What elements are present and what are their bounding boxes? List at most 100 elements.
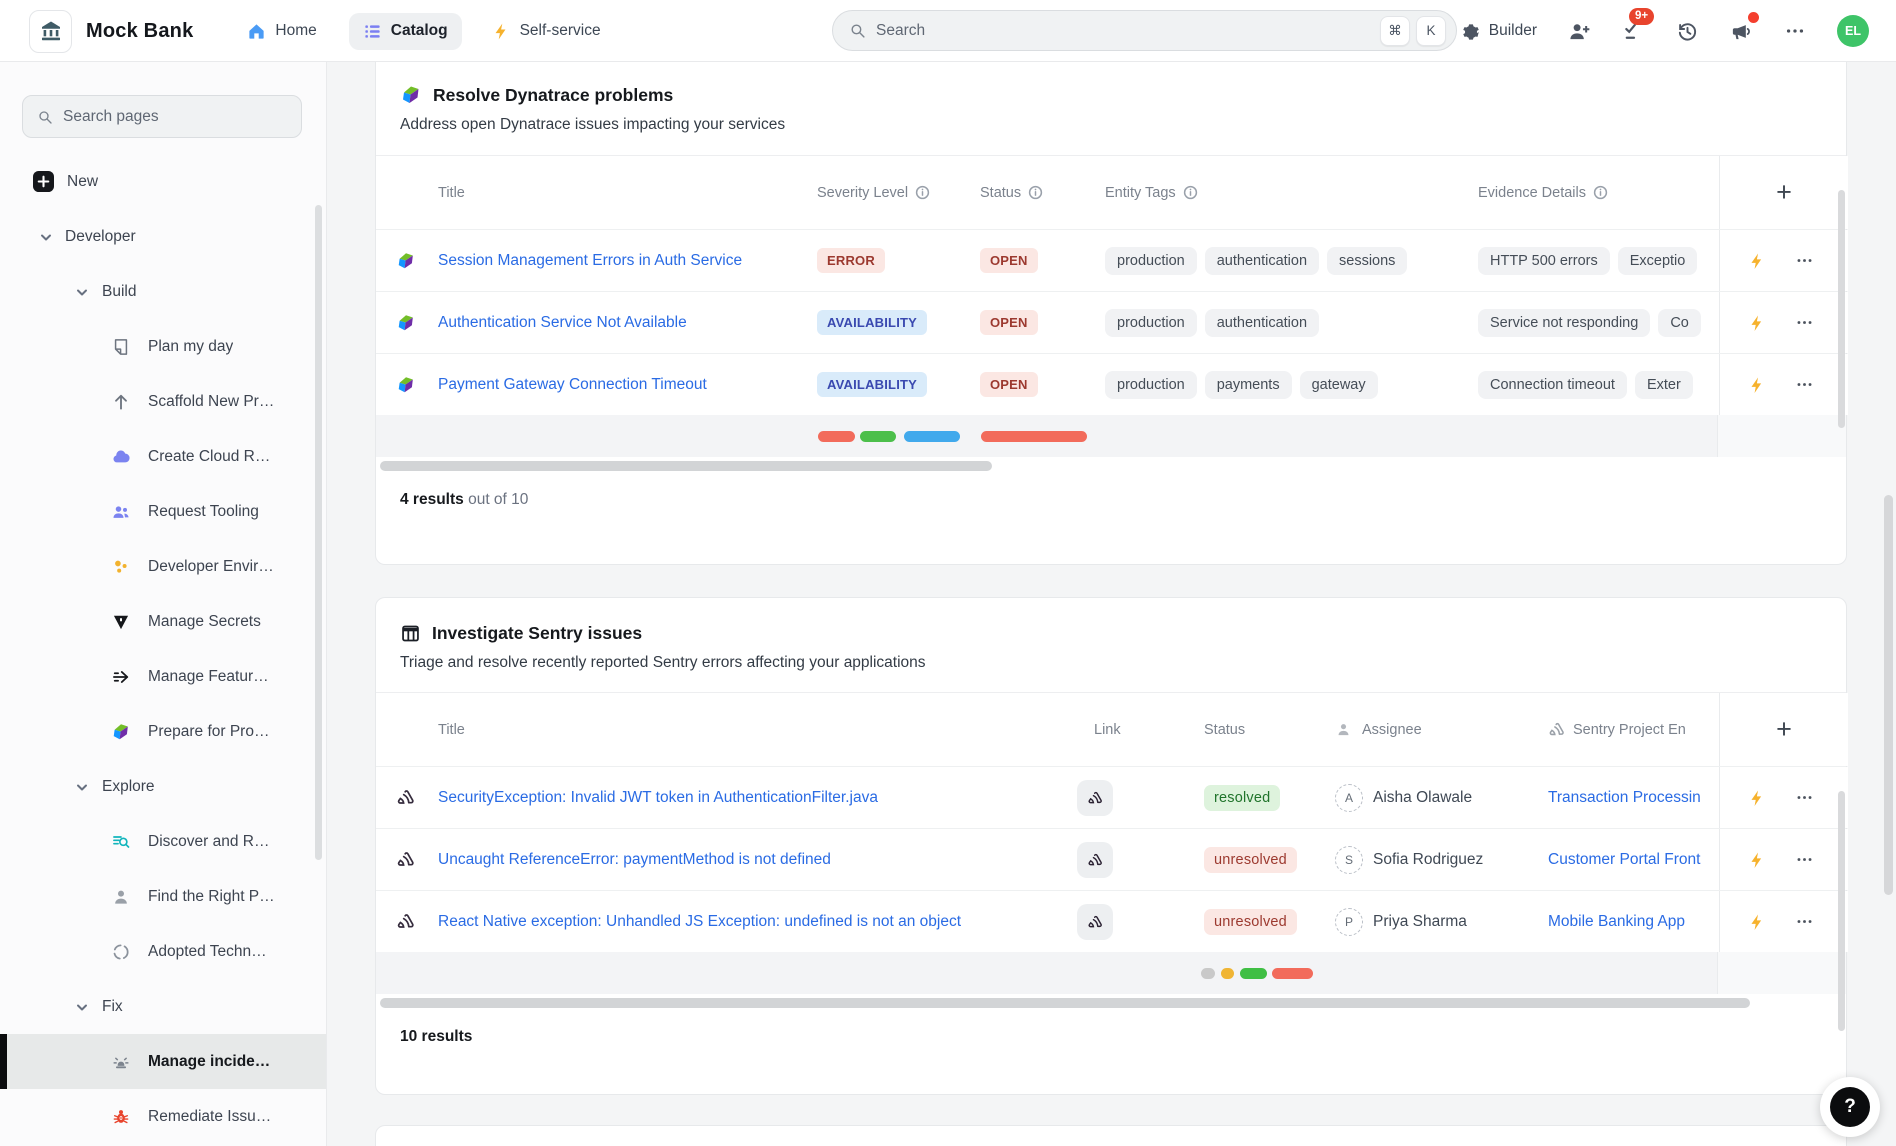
row-menu-icon[interactable] <box>1795 375 1814 394</box>
vault-icon <box>111 612 131 632</box>
invite-users-button[interactable] <box>1567 19 1591 43</box>
row-menu-icon[interactable] <box>1795 788 1814 807</box>
brand-name: Mock Bank <box>86 20 193 43</box>
project-link[interactable]: Customer Portal Front <box>1548 851 1700 869</box>
info-icon[interactable] <box>1593 185 1608 200</box>
row-menu-icon[interactable] <box>1795 850 1814 869</box>
sidebar-item-create-cloud[interactable]: Create Cloud R… <box>0 429 326 484</box>
document-icon <box>111 337 131 357</box>
column-header-tags: Entity Tags <box>1105 185 1176 201</box>
sidebar-item-developer-environments[interactable]: Developer Envir… <box>0 539 326 594</box>
sidebar-item-manage-features[interactable]: Manage Featur… <box>0 649 326 704</box>
builder-label: Builder <box>1489 22 1537 40</box>
run-action-bolt-icon[interactable] <box>1748 913 1765 930</box>
problem-title-link[interactable]: Authentication Service Not Available <box>438 314 687 332</box>
row-menu-icon[interactable] <box>1795 313 1814 332</box>
sidebar-item-request-tooling[interactable]: Request Tooling <box>0 484 326 539</box>
status-badge: unresolved <box>1204 847 1297 873</box>
sidebar-group-build[interactable]: Build <box>0 264 326 319</box>
add-column-button[interactable]: + <box>1776 179 1792 206</box>
sentry-link-button[interactable] <box>1077 842 1113 878</box>
sidebar-item-plan-my-day[interactable]: Plan my day <box>0 319 326 374</box>
sidebar-scrollbar[interactable] <box>315 205 322 860</box>
tasks-button[interactable]: 9+ <box>1621 19 1645 43</box>
help-button[interactable]: ? <box>1820 1077 1880 1137</box>
table-vertical-scrollbar[interactable] <box>1838 190 1845 428</box>
sentry-link-button[interactable] <box>1077 780 1113 816</box>
issue-title-link[interactable]: SecurityException: Invalid JWT token in … <box>438 789 878 807</box>
global-search-input[interactable]: Search ⌘ K <box>832 10 1457 51</box>
run-action-bolt-icon[interactable] <box>1748 376 1765 393</box>
announcement-dot <box>1748 12 1759 23</box>
sidebar-group-fix[interactable]: Fix <box>0 979 326 1034</box>
problem-title-link[interactable]: Payment Gateway Connection Timeout <box>438 376 707 394</box>
sidebar-group-developer[interactable]: Developer <box>0 209 326 264</box>
bank-icon <box>39 19 63 43</box>
column-header-project: Sentry Project En <box>1573 722 1686 738</box>
evidence-chip: HTTP 500 errors <box>1478 247 1610 275</box>
megaphone-icon <box>1730 20 1753 43</box>
sidebar-search-input[interactable]: Search pages <box>22 95 302 138</box>
more-menu-button[interactable] <box>1783 19 1807 43</box>
issue-title-link[interactable]: React Native exception: Unhandled JS Exc… <box>438 913 961 931</box>
sidebar-item-scaffold-new[interactable]: Scaffold New Pr… <box>0 374 326 429</box>
severity-badge: AVAILABILITY <box>817 310 927 335</box>
row-menu-icon[interactable] <box>1795 251 1814 270</box>
sidebar-new-button[interactable]: New <box>0 154 326 209</box>
column-header-title: Title <box>438 185 465 201</box>
project-link[interactable]: Mobile Banking App <box>1548 913 1685 931</box>
evidence-chip: Service not responding <box>1478 309 1650 337</box>
gear-icon <box>1461 21 1481 41</box>
sidebar-item-remediate-issues[interactable]: Remediate Issu… <box>0 1089 326 1144</box>
nav-self-service-label: Self-service <box>520 22 601 40</box>
run-action-bolt-icon[interactable] <box>1748 252 1765 269</box>
row-menu-icon[interactable] <box>1795 912 1814 931</box>
sidebar-item-manage-incidents[interactable]: Manage incide… <box>0 1034 326 1089</box>
nav-tab-self-service[interactable]: Self-service <box>478 13 615 50</box>
run-action-bolt-icon[interactable] <box>1748 851 1765 868</box>
history-button[interactable] <box>1675 19 1699 43</box>
nav-tab-home[interactable]: Home <box>233 13 330 50</box>
column-header-evidence: Evidence Details <box>1478 185 1586 201</box>
table-row: Authentication Service Not Available AVA… <box>376 291 1846 353</box>
dynatrace-icon <box>396 313 416 333</box>
run-action-bolt-icon[interactable] <box>1748 314 1765 331</box>
sidebar-item-manage-secrets[interactable]: Manage Secrets <box>0 594 326 649</box>
brand-logo[interactable] <box>29 10 72 53</box>
skeleton-pill <box>1240 968 1267 979</box>
nav-home-label: Home <box>275 22 316 40</box>
assignee-avatar: A <box>1335 784 1363 812</box>
chevron-down-icon <box>74 779 90 795</box>
sidebar-item-prepare-for-production[interactable]: Prepare for Pro… <box>0 704 326 759</box>
info-icon[interactable] <box>1183 185 1198 200</box>
table-vertical-scrollbar[interactable] <box>1838 791 1845 1031</box>
sidebar-item-adopted-technologies[interactable]: Adopted Techn… <box>0 924 326 979</box>
project-link[interactable]: Transaction Processin <box>1548 789 1701 807</box>
sentry-link-button[interactable] <box>1077 904 1113 940</box>
assignee-name: Aisha Olawale <box>1373 789 1472 807</box>
builder-button[interactable]: Builder <box>1461 21 1537 41</box>
user-avatar[interactable]: EL <box>1837 15 1869 47</box>
horizontal-scroll-area <box>376 994 1846 1014</box>
evidence-chip: Connection timeout <box>1478 371 1627 399</box>
entity-tag: production <box>1105 371 1197 399</box>
nav-tab-catalog[interactable]: Catalog <box>349 13 462 50</box>
add-column-button[interactable]: + <box>1776 716 1792 743</box>
sidebar-item-find-the-right[interactable]: Find the Right P… <box>0 869 326 924</box>
problem-title-link[interactable]: Session Management Errors in Auth Servic… <box>438 252 742 270</box>
horizontal-scrollbar[interactable] <box>380 998 1750 1008</box>
run-action-bolt-icon[interactable] <box>1748 789 1765 806</box>
column-header-status: Status <box>1204 722 1245 738</box>
info-icon[interactable] <box>1028 185 1043 200</box>
sidebar-group-explore[interactable]: Explore <box>0 759 326 814</box>
partial-row-strip <box>376 415 1846 457</box>
chevron-down-icon <box>74 284 90 300</box>
horizontal-scrollbar[interactable] <box>380 461 992 471</box>
info-icon[interactable] <box>915 185 930 200</box>
sidebar-item-discover[interactable]: Discover and R… <box>0 814 326 869</box>
announcements-button[interactable] <box>1729 19 1753 43</box>
issue-title-link[interactable]: Uncaught ReferenceError: paymentMethod i… <box>438 851 831 869</box>
people-icon <box>111 502 131 522</box>
page-scrollbar[interactable] <box>1884 495 1893 895</box>
column-header-link: Link <box>1094 722 1121 738</box>
